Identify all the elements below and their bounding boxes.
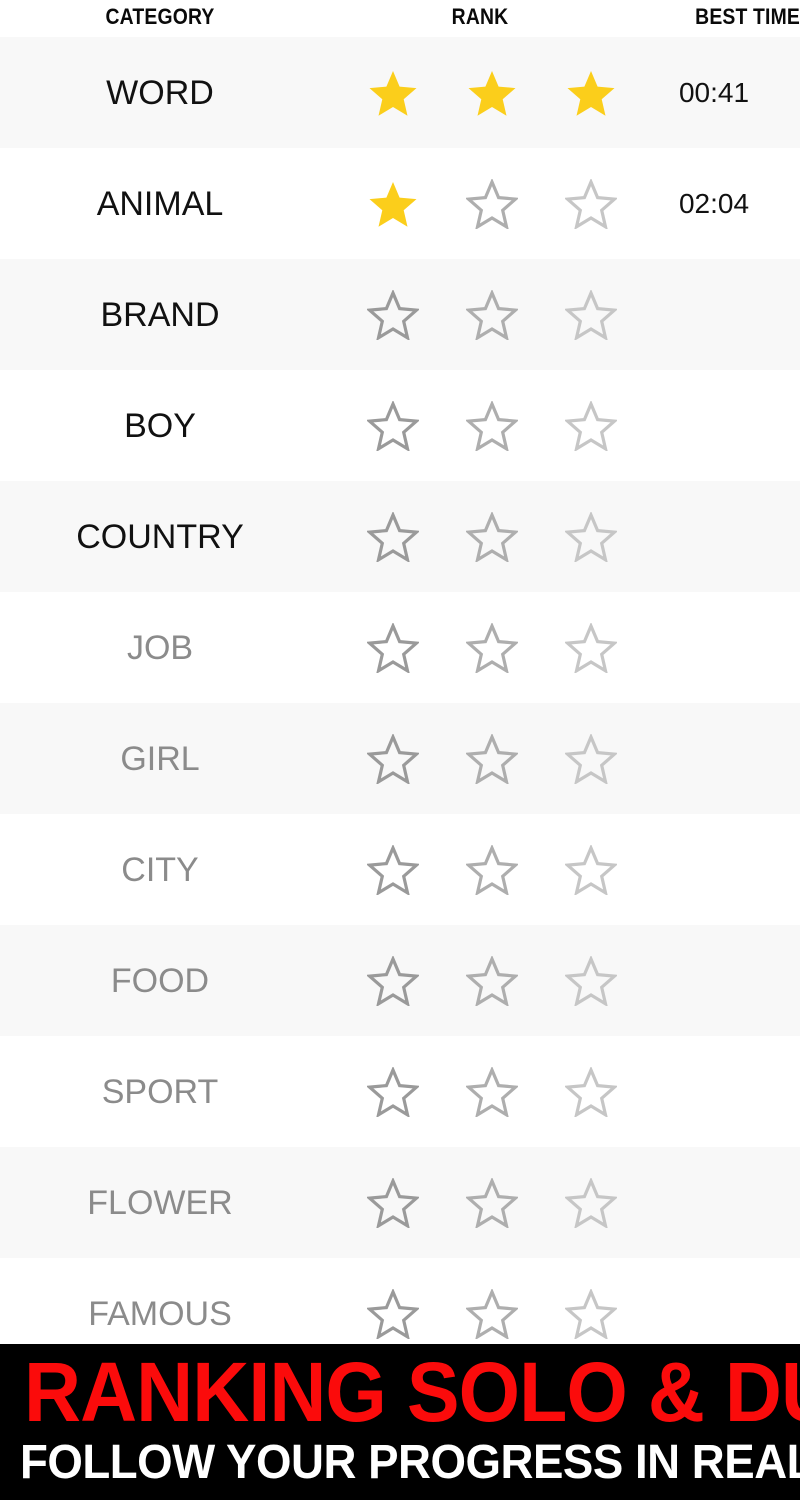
star-outline-icon — [541, 1066, 640, 1117]
rank-stars — [320, 955, 640, 1006]
star-outline-icon — [443, 400, 542, 451]
star-outline-icon — [443, 511, 542, 562]
promo-banner: RANKING SOLO & DUO FOLLOW YOUR PROGRESS … — [0, 1344, 800, 1500]
category-label: JOB — [126, 628, 194, 667]
star-outline-icon — [443, 289, 542, 340]
ranking-screen: CATEGORY RANK BEST TIME WORD 00:41 ANIMAL 0… — [0, 0, 800, 1500]
star-outline-icon — [541, 511, 640, 562]
rank-stars — [320, 400, 640, 451]
rank-stars — [320, 1066, 640, 1117]
star-outline-icon — [443, 178, 542, 229]
banner-subheadline: FOLLOW YOUR PROGRESS IN REAL TIME — [20, 1436, 800, 1489]
rank-stars — [320, 178, 640, 229]
star-outline-icon — [344, 955, 443, 1006]
rank-stars — [320, 844, 640, 895]
star-outline-icon — [541, 955, 640, 1006]
category-label: SPORT — [101, 1072, 219, 1111]
category-label: FLOWER — [87, 1183, 233, 1222]
star-outline-icon — [344, 844, 443, 895]
star-filled-icon — [443, 68, 542, 118]
category-label: COUNTRY — [76, 517, 244, 556]
rank-stars — [320, 622, 640, 673]
star-outline-icon — [541, 400, 640, 451]
table-row[interactable]: BRAND — [0, 259, 800, 370]
best-time-value: 02:04 — [678, 187, 750, 219]
star-outline-icon — [344, 289, 443, 340]
category-label: CITY — [121, 850, 199, 889]
table-row[interactable]: FOOD — [0, 925, 800, 1036]
category-label: BOY — [124, 406, 196, 445]
star-outline-icon — [344, 1177, 443, 1228]
star-filled-icon — [344, 179, 443, 229]
star-outline-icon — [541, 1288, 640, 1339]
star-outline-icon — [443, 622, 542, 673]
star-outline-icon — [344, 622, 443, 673]
table-row[interactable]: GIRL — [0, 703, 800, 814]
star-outline-icon — [541, 289, 640, 340]
best-time-value: 00:41 — [678, 76, 750, 108]
star-filled-icon — [344, 68, 443, 118]
category-label: ANIMAL — [96, 184, 224, 223]
star-outline-icon — [541, 178, 640, 229]
column-header-best-time: BEST TIME — [695, 4, 800, 29]
star-outline-icon — [443, 733, 542, 784]
star-outline-icon — [344, 1288, 443, 1339]
category-label: FOOD — [110, 961, 210, 1000]
rank-stars — [320, 1177, 640, 1228]
table-row[interactable]: SPORT — [0, 1036, 800, 1147]
category-label: FAMOUS — [88, 1294, 232, 1333]
rank-stars — [320, 1288, 640, 1339]
column-header-rank: RANK — [451, 4, 509, 29]
star-outline-icon — [541, 733, 640, 784]
table-row[interactable]: JOB — [0, 592, 800, 703]
rank-stars — [320, 733, 640, 784]
rank-stars — [320, 289, 640, 340]
rank-stars — [320, 511, 640, 562]
table-row[interactable]: CITY — [0, 814, 800, 925]
table-row[interactable]: ANIMAL 02:04 — [0, 148, 800, 259]
table-header: CATEGORY RANK BEST TIME — [0, 0, 800, 37]
category-list: WORD 00:41 ANIMAL 02:04 BRAND BOY COUNTRY JOB GI… — [0, 37, 800, 1369]
star-outline-icon — [344, 733, 443, 784]
category-label: WORD — [106, 73, 214, 112]
star-outline-icon — [541, 844, 640, 895]
star-outline-icon — [344, 1066, 443, 1117]
category-label: BRAND — [100, 295, 220, 334]
column-header-category: CATEGORY — [105, 4, 215, 29]
rank-stars — [320, 68, 640, 118]
star-outline-icon — [443, 1288, 542, 1339]
star-outline-icon — [443, 1177, 542, 1228]
table-row[interactable]: COUNTRY — [0, 481, 800, 592]
category-label: GIRL — [120, 739, 200, 778]
star-outline-icon — [443, 844, 542, 895]
star-outline-icon — [344, 511, 443, 562]
star-outline-icon — [443, 1066, 542, 1117]
table-row[interactable]: FLOWER — [0, 1147, 800, 1258]
banner-headline: RANKING SOLO & DUO — [24, 1345, 800, 1439]
star-outline-icon — [344, 400, 443, 451]
table-row[interactable]: WORD 00:41 — [0, 37, 800, 148]
table-row[interactable]: BOY — [0, 370, 800, 481]
star-outline-icon — [541, 1177, 640, 1228]
star-filled-icon — [541, 68, 640, 118]
star-outline-icon — [443, 955, 542, 1006]
star-outline-icon — [541, 622, 640, 673]
